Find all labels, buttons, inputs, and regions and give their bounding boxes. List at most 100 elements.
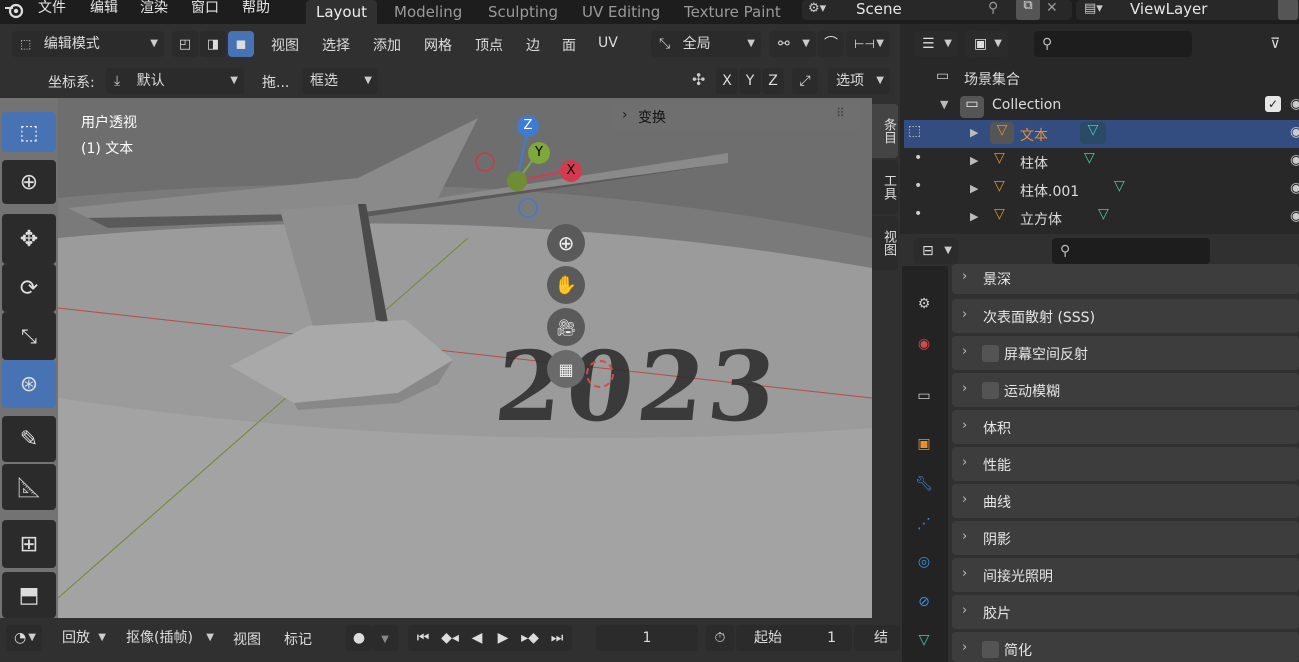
pivot-dropdown[interactable]: ⚯ ▼ [770,31,816,57]
record-button[interactable]: ● [346,625,372,651]
outliner-search-input[interactable]: ⚲ [1034,31,1192,57]
select-box-tool[interactable]: ⬚ [2,112,56,152]
extrude-tool[interactable]: ⬒ [2,572,56,618]
cursor-tool[interactable]: ⊕ [2,160,56,204]
section-depth-of-field[interactable]: › 景深 [952,264,1299,294]
move-tool[interactable]: ✥ [2,214,56,264]
menu-help[interactable]: 帮助 [242,0,270,20]
keying-set-dropdown[interactable]: ▼ [372,625,398,651]
mirror-icon[interactable]: ✣ [692,70,705,89]
scale-tool[interactable]: ⤡ [2,312,56,360]
drag-handle-icon[interactable]: ⠿ [836,106,845,120]
jump-start-icon[interactable]: ⏮ [410,625,436,651]
snap-dropdown[interactable]: ⊢⊣ ▼ [846,31,890,57]
next-keyframe-icon[interactable]: ▸◆ [516,625,544,651]
timeline-marker-menu[interactable]: 标记 [284,629,312,649]
section-checkbox[interactable] [982,345,999,362]
tab-constraints[interactable]: ⊘ [910,588,938,616]
eye-icon[interactable]: ◉ [1290,152,1299,168]
outliner-row-item-2[interactable]: • ▶ ▽ 柱体.001 ▽ ◉ [904,176,1299,204]
annotate-tool[interactable]: ✎ [2,416,56,462]
properties-editor-dropdown[interactable]: ⊟ ▼ [914,238,958,264]
section-checkbox[interactable] [982,641,999,658]
topology-mirror-button[interactable]: ⤢ [792,68,818,94]
eye-icon[interactable]: ◉ [1290,208,1299,224]
add-cube-tool[interactable]: ⊞ [2,520,56,568]
face-select-button[interactable]: ◼ [228,31,254,57]
gizmo-z[interactable]: Z [517,115,539,137]
tab-object[interactable]: ▣ [910,430,938,458]
section-ssr[interactable]: › 屏幕空间反射 [952,336,1299,370]
tab-world[interactable]: ◉ [910,330,938,358]
keying-dropdown[interactable]: 抠像(插帧) ▼ [118,625,220,651]
section-shadows[interactable]: › 阴影 [952,521,1299,555]
playback-dropdown[interactable]: 回放 ▼ [54,625,112,651]
menu-file[interactable]: 文件 [38,0,66,20]
menu-face[interactable]: 面 [562,35,576,55]
section-simplify[interactable]: › 简化 [952,632,1299,662]
eye-icon[interactable]: ◉ [1290,124,1299,140]
section-volumetrics[interactable]: › 体积 [952,410,1299,444]
current-frame-field[interactable]: 1 [596,625,698,651]
blender-logo-icon[interactable] [4,2,26,20]
prev-keyframe-icon[interactable]: ◆◂ [436,625,464,651]
edit-mode-icon[interactable]: ⬚ [908,123,921,139]
section-indirect-lighting[interactable]: › 间接光照明 [952,558,1299,592]
display-mode-dropdown[interactable]: ▣ ▼ [966,31,1008,57]
section-performance[interactable]: › 性能 [952,447,1299,481]
vertex-select-button[interactable]: ◰ [172,31,198,57]
close-icon[interactable]: ✕ [1046,0,1058,16]
preview-range-toggle[interactable]: ⏱ [706,625,734,651]
scene-selector[interactable]: ⚙▾ Scene ⚲ ⧉ ✕ [802,0,1072,20]
tab-view[interactable]: 视图 [872,216,898,270]
mirror-y-button[interactable]: Y [739,68,761,94]
camera-button[interactable]: 🎥︎ [547,308,585,346]
start-frame-field[interactable]: 起始 1 [736,625,852,651]
tab-modifiers[interactable]: 🔧︎ [910,470,938,498]
tab-physics[interactable]: ◎ [910,548,938,576]
tab-uv-editing[interactable]: UV Editing [572,0,670,24]
tab-item[interactable]: 条目 [872,104,898,158]
menu-mesh[interactable]: 网格 [424,35,452,55]
outliner-row-scene-collection[interactable]: ▭ 场景集合 [904,64,1299,92]
menu-render[interactable]: 渲染 [140,0,168,20]
new-view-layer-icon[interactable] [1278,0,1298,20]
menu-window[interactable]: 窗口 [191,0,219,20]
tab-particles[interactable]: ⋰ [910,510,938,538]
outliner-row-item-1[interactable]: • ▶ ▽ 柱体 ▽ ◉ [904,148,1299,176]
3d-viewport[interactable]: 2023 用户透视 (1) 文本 › 变换 ⠿ Z Y X ⊕ ✋ 🎥︎ ▦ [58,98,872,618]
gizmo-x[interactable]: X [560,160,582,182]
rotate-tool[interactable]: ⟳ [2,264,56,312]
transform-tool[interactable]: ⊛ [2,360,56,408]
timeline-view-menu[interactable]: 视图 [233,629,261,649]
play-icon[interactable]: ▶ [490,625,516,651]
menu-uv[interactable]: UV [598,35,618,51]
pan-button[interactable]: ✋ [547,266,585,304]
gizmo-y[interactable]: Y [528,142,550,164]
tab-modeling[interactable]: Modeling [384,0,472,24]
outliner-row-item-0[interactable]: ⬚ ▶ ▽ 文本 ▽ ◉ [904,120,1299,148]
mode-dropdown[interactable]: ⬚ 编辑模式 ▼ [12,31,164,57]
mirror-x-button[interactable]: X [716,68,738,94]
menu-add[interactable]: 添加 [373,35,401,55]
eye-icon[interactable]: ◉ [1290,96,1299,112]
checkbox-checked-icon[interactable]: ✓ [1265,96,1281,112]
menu-select[interactable]: 选择 [322,35,350,55]
pin-icon[interactable]: ⚲ [988,0,998,16]
new-scene-icon[interactable]: ⧉ [1016,0,1040,20]
menu-edit[interactable]: 编辑 [90,0,118,20]
jump-end-icon[interactable]: ⏭ [544,625,570,651]
menu-edge[interactable]: 边 [526,35,540,55]
filter-dropdown[interactable]: ⊽ [1262,31,1299,57]
tab-data[interactable]: ▽ [910,626,938,654]
menu-view[interactable]: 视图 [271,35,299,55]
tab-scene[interactable]: ⚙ [910,290,938,318]
tab-texture-paint[interactable]: Texture Paint [674,0,791,24]
menu-vertex[interactable]: 顶点 [475,35,503,55]
snap-toggle[interactable]: ⌒ [818,31,844,57]
section-sss[interactable]: › 次表面散射 (SSS) [952,299,1299,333]
perspective-toggle[interactable]: ▦ [547,350,585,388]
transform-panel-header[interactable]: › 变换 ⠿ [610,104,860,130]
outliner-row-collection[interactable]: ▼ ▭ Collection ✓ ◉ [904,92,1299,120]
properties-search-input[interactable]: ⚲ [1052,238,1210,264]
